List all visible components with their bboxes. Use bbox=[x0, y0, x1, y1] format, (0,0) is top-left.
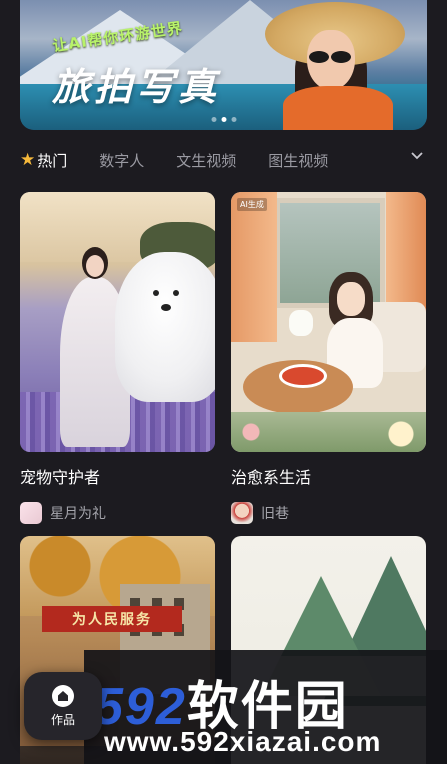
star-icon: ★ bbox=[20, 150, 36, 170]
card-title: 宠物守护者 bbox=[20, 468, 101, 487]
tab-text-to-video[interactable]: 文生视频 bbox=[176, 150, 236, 171]
template-card[interactable]: 宠物守护者 星月为礼 bbox=[20, 192, 215, 524]
avatar bbox=[231, 502, 253, 524]
carousel-dot[interactable] bbox=[211, 117, 216, 122]
tab-digital-human[interactable]: 数字人 bbox=[99, 150, 144, 171]
tab-hot[interactable]: ★ 热门 bbox=[20, 150, 67, 171]
works-tab-button[interactable]: 作品 bbox=[24, 672, 102, 740]
tab-image-to-video[interactable]: 图生视频 bbox=[268, 150, 328, 171]
card-author[interactable]: 星月为礼 bbox=[20, 502, 215, 524]
banner-title: 旅拍写真 bbox=[52, 65, 221, 109]
promo-banner[interactable]: 让AI帮你环游世界 旅拍写真 bbox=[20, 0, 427, 130]
avatar bbox=[20, 502, 42, 524]
tab-label: 图生视频 bbox=[268, 151, 329, 170]
author-name: 星月为礼 bbox=[50, 506, 106, 522]
watermark-url: www.592xiazai.com bbox=[104, 726, 382, 757]
template-card[interactable]: AI生成 治愈系生活 旧巷 bbox=[231, 192, 426, 524]
works-tab-label: 作品 bbox=[50, 712, 75, 727]
home-icon bbox=[52, 684, 74, 707]
card-author[interactable]: 旧巷 bbox=[231, 502, 426, 524]
carousel-dot[interactable] bbox=[231, 117, 236, 122]
chevron-down-icon[interactable] bbox=[411, 150, 423, 162]
card-thumbnail[interactable] bbox=[20, 192, 215, 452]
category-tabs: ★ 热门 数字人 文生视频 图生视频 bbox=[20, 146, 427, 174]
watermark: 592软件园 www.592xiazai.com bbox=[84, 650, 447, 764]
tab-label: 热门 bbox=[37, 151, 68, 170]
banner-model-image bbox=[265, 0, 405, 130]
carousel-dot-active[interactable] bbox=[221, 117, 226, 122]
author-name: 旧巷 bbox=[261, 506, 289, 522]
tab-label: 文生视频 bbox=[176, 151, 237, 170]
carousel-indicator bbox=[211, 117, 236, 122]
tab-label: 数字人 bbox=[99, 151, 145, 170]
ai-generated-tag: AI生成 bbox=[237, 198, 267, 211]
card-thumbnail[interactable]: AI生成 bbox=[231, 192, 426, 452]
card-sign-text: 为人民服务 bbox=[42, 606, 182, 632]
card-title: 治愈系生活 bbox=[231, 468, 312, 487]
